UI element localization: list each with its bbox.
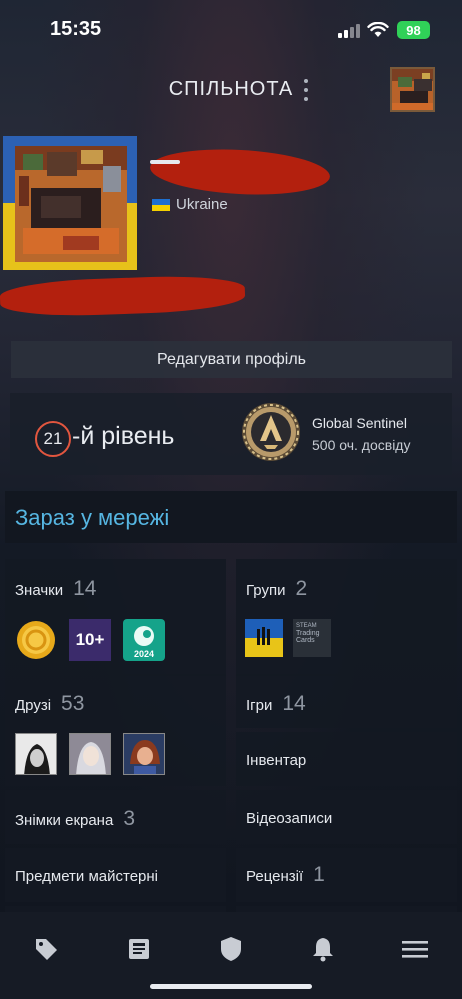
workshop-label: Предмети майстерні [15,868,158,885]
friends-tile[interactable]: Друзі 53 [5,674,226,786]
friend-avatar-3[interactable] [123,733,165,775]
cellular-signal-icon [338,24,360,38]
friend-avatar-2[interactable] [69,733,111,775]
clock: 15:35 [50,18,102,40]
trading-cards-line1: STEAM [296,623,317,629]
reviews-tile[interactable]: Рецензії 1 [236,848,457,902]
groups-label: Групи [246,582,286,599]
games-tile[interactable]: Ігри 14 [236,674,457,728]
badge-xp: 500 оч. досвіду [312,437,411,453]
trading-cards-line2: Trading [296,630,320,637]
groups-label-row: Групи 2 [246,577,307,601]
gold-coin-badge-icon[interactable] [15,619,57,661]
home-indicator[interactable] [150,984,312,989]
country-label: Ukraine [176,196,228,213]
reviews-label: Рецензії [246,868,304,885]
online-status: Зараз у мережі [15,505,170,530]
more-vertical-icon[interactable] [302,79,310,101]
trading-cards-line3: Cards [296,637,315,644]
screenshots-count: 3 [123,807,136,830]
redacted-username-tail [150,160,180,164]
battery-icon: 98 [397,21,430,39]
badges-label: Значки [15,582,64,599]
inventory-tile[interactable]: Інвентар [236,732,457,786]
ten-plus-badge-icon[interactable]: 10+ [69,619,111,661]
edit-profile-button[interactable]: Редагувати профіль [11,341,452,378]
workshop-tile[interactable]: Предмети майстерні [5,848,226,902]
friend-avatar-1[interactable] [15,733,57,775]
screenshots-tile[interactable]: Знімки екрана 3 [5,790,226,844]
steam-2024-badge-icon[interactable]: 2024 [123,619,165,661]
country-row: Ukraine [152,196,228,213]
reviews-count: 1 [313,863,325,886]
level-label: -й рівень [72,422,175,450]
screenshots-label: Знімки екрана [15,812,114,829]
user-avatar-thumbnail[interactable] [390,67,435,112]
games-label-row: Ігри 14 [246,692,306,716]
ukraine-group-icon[interactable] [245,619,283,657]
friends-label: Друзі [15,697,52,714]
videos-label: Відеозаписи [246,810,333,827]
badges-tile[interactable]: Значки 14 10+ 2024 [5,559,226,676]
screenshots-label-row: Знімки екрана 3 [15,807,135,831]
groups-count: 2 [295,577,308,600]
battery-level: 98 [406,22,421,38]
friends-count: 53 [61,692,85,715]
steam-trading-cards-group-icon[interactable]: STEAM Trading Cards [293,619,331,657]
games-label: Ігри [246,697,273,714]
reviews-label-row: Рецензії 1 [246,863,325,887]
inventory-label: Інвентар [246,752,307,769]
news-icon[interactable] [124,934,154,964]
status-bar: 15:35 98 [0,0,462,60]
level-number: 21 [35,421,71,457]
videos-tile[interactable]: Відеозаписи [236,790,457,844]
online-status-panel: Зараз у мережі [5,491,457,543]
badge-2024-text: 2024 [133,649,155,659]
tag-icon[interactable] [31,934,61,964]
global-sentinel-badge-icon [242,403,300,461]
badge-name: Global Sentinel [312,415,407,431]
level-panel[interactable]: 21 -й рівень Global Sentinel 500 оч. дос… [10,393,452,475]
ukraine-flag-icon [152,198,170,211]
groups-tile[interactable]: Групи 2 STEAM Trading Cards [236,559,457,676]
badges-label-row: Значки 14 [15,577,96,601]
ten-plus-text: 10+ [75,630,105,649]
games-count: 14 [282,692,306,715]
friends-label-row: Друзі 53 [15,692,84,716]
bell-icon[interactable] [308,934,338,964]
badges-count: 14 [73,577,97,600]
header: СПІЛЬНОТА [0,60,462,118]
menu-icon[interactable] [400,934,430,964]
profile-avatar[interactable] [3,136,137,270]
wifi-icon [367,22,389,37]
shield-icon[interactable] [216,934,246,964]
